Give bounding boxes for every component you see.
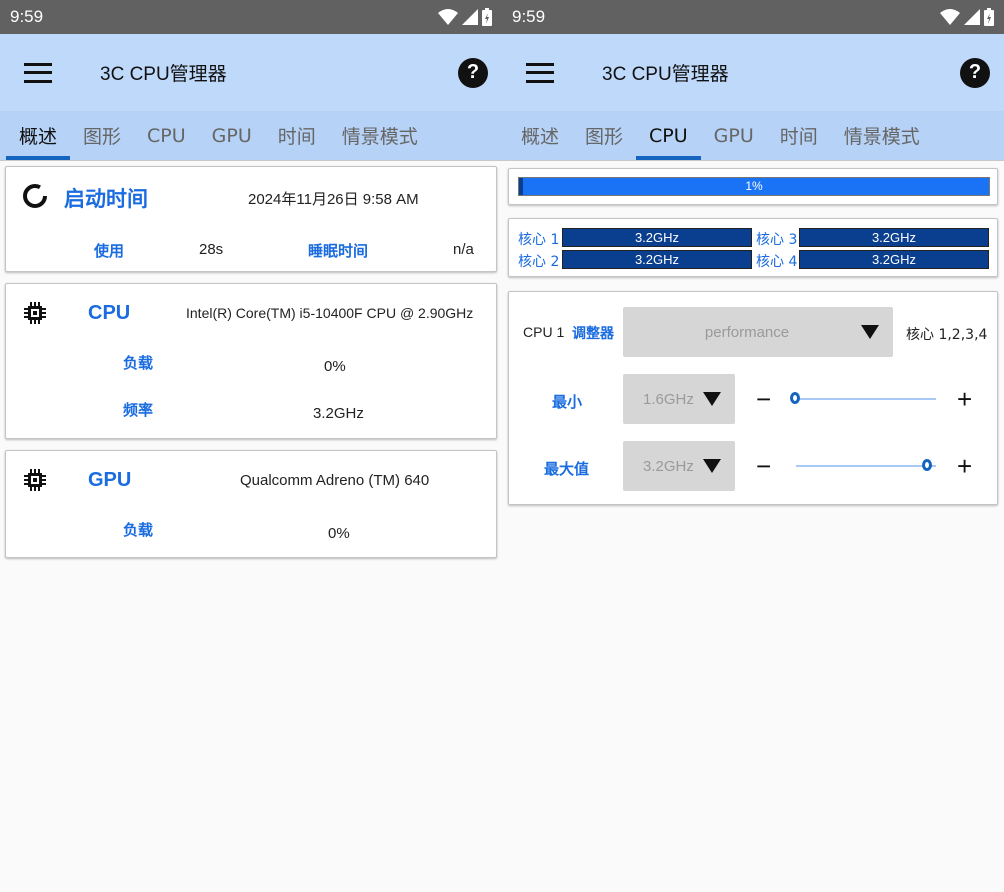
app-title: 3C CPU管理器: [602, 64, 729, 85]
cores-card: 核心 1 3.2GHz 核心 3 3.2GHz 核心 2 3.2GHz 核心 4…: [508, 218, 998, 277]
app-title: 3C CPU管理器: [100, 64, 227, 85]
max-freq-value: 3.2GHz: [643, 457, 694, 475]
uptime-card: 启动时间 2024年11月26日 9:58 AM 使用 28s 睡眠时间 n/a: [5, 166, 497, 272]
core-label: 核心 3: [756, 232, 798, 248]
cpu-freq-label: 频率: [123, 401, 154, 419]
gpu-load-value: 0%: [328, 525, 350, 542]
uptime-icon: [23, 184, 47, 208]
cpu-load-label: 负载: [123, 354, 154, 372]
cpu-model: Intel(R) Core(TM) i5-10400F CPU @ 2.90GH…: [186, 305, 474, 321]
gpu-model: Qualcomm Adreno (TM) 640: [240, 472, 430, 489]
gpu-load-label: 负载: [123, 521, 154, 539]
dropdown-arrow-icon: [703, 392, 721, 406]
status-time: 9:59: [10, 7, 44, 26]
min-freq-value: 1.6GHz: [643, 390, 694, 408]
cpu-usage-bar: 1%: [518, 177, 990, 196]
core-freq-bar: 3.2GHz: [799, 228, 989, 247]
cpu-title: CPU: [88, 302, 131, 324]
gpu-card: GPU Qualcomm Adreno (TM) 640 负载 0%: [5, 450, 497, 558]
tab-graphics[interactable]: 图形: [70, 111, 134, 160]
max-freq-dropdown[interactable]: 3.2GHz: [623, 441, 735, 491]
battery-icon: [984, 8, 994, 26]
app-bar: 3C CPU管理器 ?: [502, 34, 1004, 111]
tab-overview[interactable]: 概述: [508, 111, 572, 160]
max-increase-button[interactable]: +: [957, 453, 972, 479]
governor-dropdown[interactable]: performance: [623, 307, 893, 357]
core-freq-bar: 3.2GHz: [562, 228, 752, 247]
min-freq-dropdown[interactable]: 1.6GHz: [623, 374, 735, 424]
menu-icon[interactable]: [24, 62, 52, 83]
core-label: 核心 4: [756, 254, 798, 270]
app-bar: 3C CPU管理器 ?: [0, 34, 502, 111]
core-label: 核心 2: [518, 254, 560, 270]
tab-graphics[interactable]: 图形: [572, 111, 636, 160]
max-label: 最大值: [544, 460, 590, 478]
governor-cpu-label: CPU 1: [523, 324, 565, 340]
chip-icon: [24, 469, 46, 491]
tab-profiles[interactable]: 情景模式: [831, 111, 933, 160]
tab-gpu[interactable]: GPU: [199, 111, 265, 160]
min-slider-thumb[interactable]: [790, 392, 800, 404]
cpu-load-value: 0%: [324, 358, 346, 375]
cpu-card: CPU Intel(R) Core(TM) i5-10400F CPU @ 2.…: [5, 283, 497, 439]
tab-bar: 概述 图形 CPU GPU 时间 情景模式: [502, 111, 1004, 161]
tab-gpu[interactable]: GPU: [701, 111, 767, 160]
help-icon[interactable]: ?: [960, 57, 990, 88]
governor-card: CPU 1 调整器 performance 核心 1,2,3,4 最小 1.6G…: [508, 291, 998, 505]
status-bar: 9:59: [502, 0, 1004, 34]
min-slider[interactable]: [790, 392, 936, 404]
uptime-date: 2024年11月26日 9:58 AM: [248, 191, 419, 208]
wifi-icon: [940, 9, 960, 25]
sleep-value: n/a: [453, 241, 474, 258]
cpu-freq-value: 3.2GHz: [313, 405, 364, 422]
cpu-usage-card: 1%: [508, 168, 998, 205]
chip-icon: [24, 302, 46, 324]
max-slider[interactable]: [796, 459, 936, 471]
core-freq-bar: 3.2GHz: [799, 250, 989, 269]
battery-icon: [482, 8, 492, 26]
cpu-screen: 9:59 3C CPU管理器 ? 概述 图形 CPU GPU 时间 情景模式 1…: [502, 0, 1004, 892]
tab-overview[interactable]: 概述: [6, 111, 71, 160]
status-bar: 9:59: [0, 0, 502, 34]
min-label: 最小: [552, 393, 583, 411]
governor-label: 调整器: [572, 326, 614, 342]
tab-profiles[interactable]: 情景模式: [329, 111, 431, 160]
usage-label: 使用: [94, 242, 125, 260]
gpu-title: GPU: [88, 469, 132, 491]
max-slider-thumb[interactable]: [922, 459, 932, 471]
tab-bar: 概述 图形 CPU GPU 时间 情景模式: [0, 111, 502, 161]
menu-icon[interactable]: [526, 62, 554, 83]
tab-cpu[interactable]: CPU: [134, 111, 199, 160]
core-label: 核心 1: [518, 232, 560, 248]
status-time: 9:59: [512, 7, 546, 26]
tab-cpu[interactable]: CPU: [636, 111, 701, 160]
tab-time[interactable]: 时间: [265, 111, 329, 160]
governor-cores: 核心 1,2,3,4: [906, 327, 988, 343]
min-decrease-button[interactable]: −: [756, 386, 771, 412]
min-increase-button[interactable]: +: [957, 386, 972, 412]
sleep-label: 睡眠时间: [308, 242, 369, 260]
help-icon[interactable]: ?: [458, 57, 488, 88]
dropdown-arrow-icon: [703, 459, 721, 473]
signal-icon: [964, 9, 980, 25]
core-freq-bar: 3.2GHz: [562, 250, 752, 269]
cpu-usage-label: 1%: [745, 179, 763, 193]
max-decrease-button[interactable]: −: [756, 453, 771, 479]
uptime-title: 启动时间: [64, 187, 148, 211]
usage-value: 28s: [199, 241, 224, 258]
wifi-icon: [438, 9, 458, 25]
overview-screen: 9:59 3C CPU管理器 ? 概述 图形 CPU GPU 时间 情景模式 启…: [0, 0, 502, 892]
tab-time[interactable]: 时间: [767, 111, 831, 160]
dropdown-arrow-icon: [861, 325, 879, 339]
signal-icon: [462, 9, 478, 25]
governor-value: performance: [704, 323, 790, 341]
